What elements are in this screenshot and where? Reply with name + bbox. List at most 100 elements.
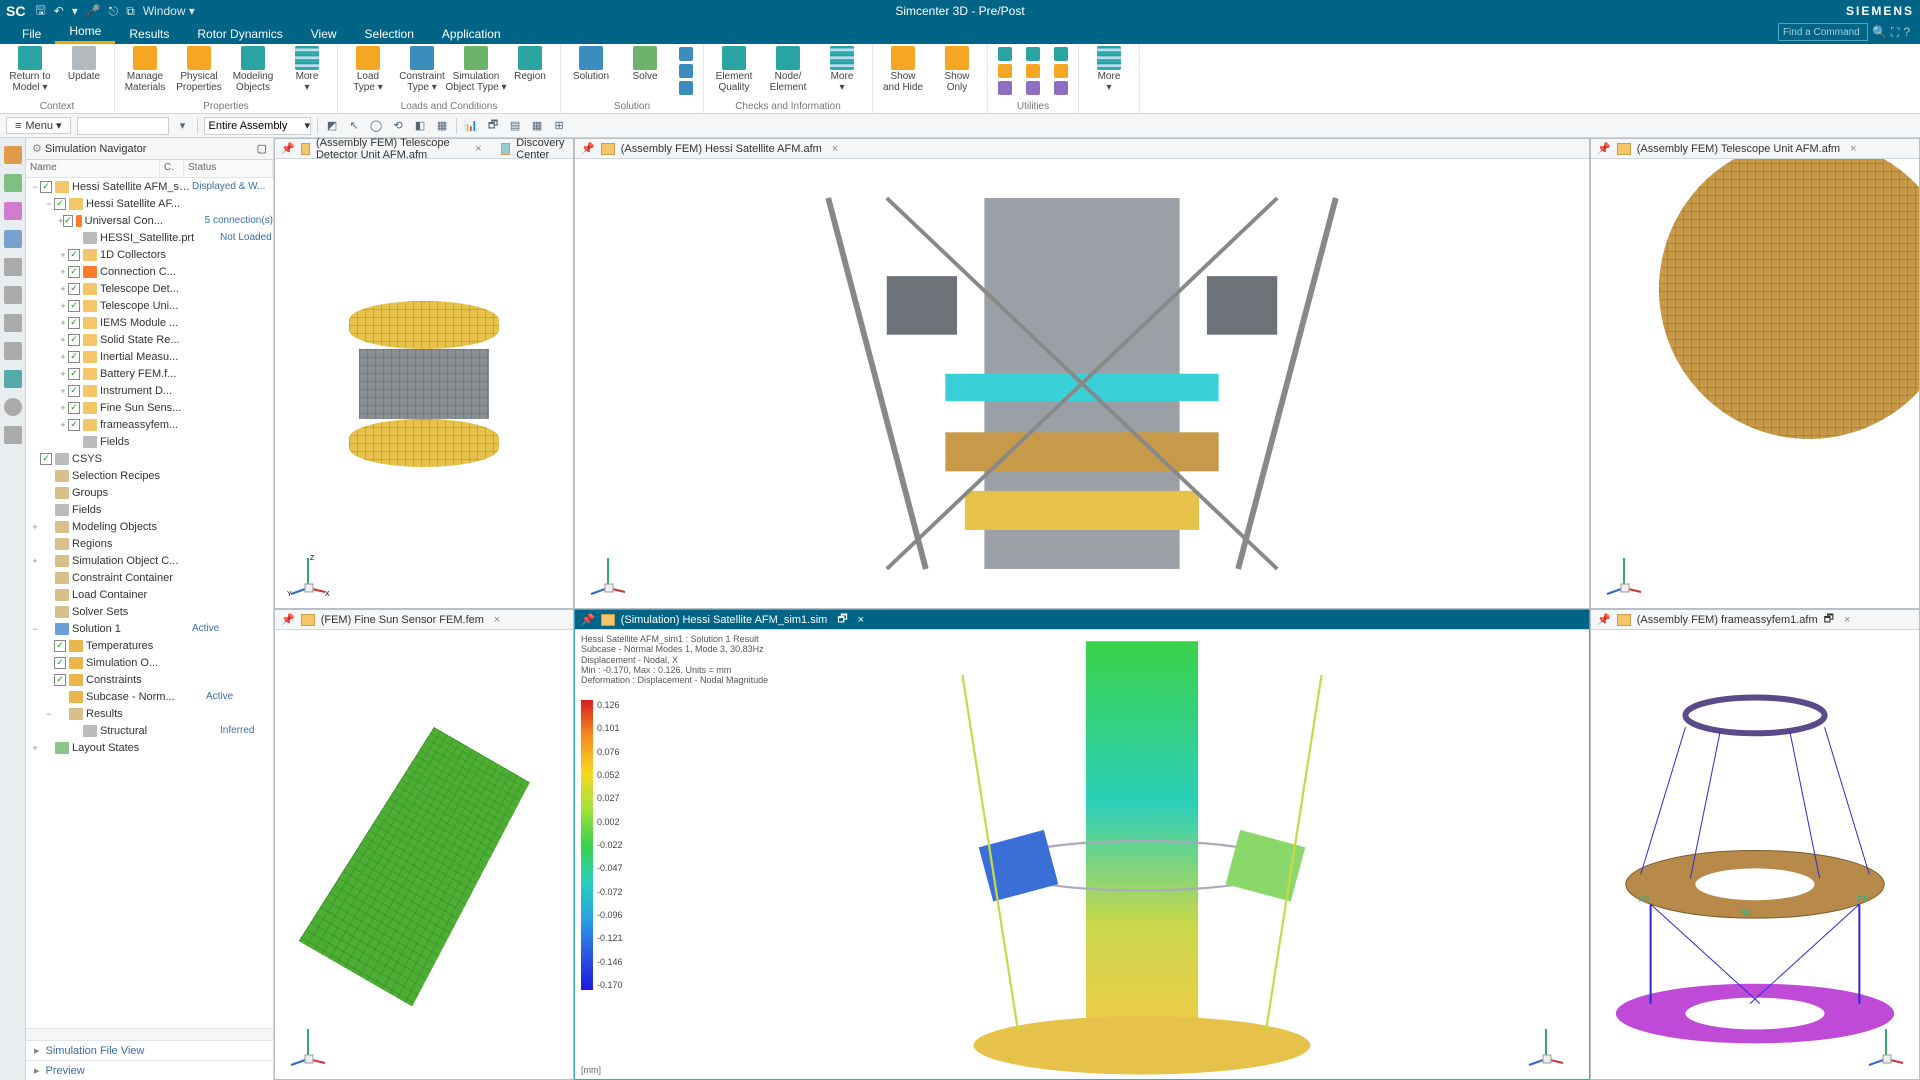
sel-icon-3[interactable]: ◯ [368,118,384,134]
viewport-bot-left[interactable]: 📌 (FEM) Fine Sun Sensor FEM.fem × [274,609,574,1080]
ribbon-small-button[interactable] [675,46,697,62]
solve-button[interactable]: Solve [621,46,669,83]
show-only-button[interactable]: Show Only [933,46,981,93]
gutter-icon[interactable] [4,342,22,360]
filter-icon[interactable]: ▾ [175,118,191,134]
return-to-model-button[interactable]: Return to Model ▾ [6,46,54,93]
tree-expander-icon[interactable]: + [30,743,40,753]
utility-icon[interactable] [994,63,1016,79]
pin-icon[interactable]: 📌 [581,613,595,626]
axis-triad[interactable] [285,1023,331,1069]
tree-checkbox[interactable]: ✓ [40,453,52,465]
tree-checkbox[interactable]: ✓ [54,198,66,210]
nav-tree-item[interactable]: ✓Simulation O... [26,654,273,671]
tree-expander-icon[interactable]: + [58,267,68,277]
gutter-icon[interactable] [4,398,22,416]
tree-expander-icon[interactable]: + [58,369,68,379]
tree-checkbox[interactable]: ✓ [68,266,80,278]
restore-icon[interactable]: 🗗 [837,610,847,629]
gutter-icon[interactable] [4,174,22,192]
tree-checkbox[interactable]: ✓ [54,657,66,669]
filter-combo[interactable] [77,117,169,135]
nav-tree-item[interactable]: +✓1D Collectors [26,246,273,263]
pin-icon[interactable]: 📌 [281,142,295,155]
nav-tree-item[interactable]: +✓Fine Sun Sens... [26,399,273,416]
undo-icon[interactable]: ↶ [54,4,64,18]
tree-expander-icon[interactable]: − [30,624,40,634]
tree-expander-icon[interactable]: + [30,522,40,532]
update-button[interactable]: Update [60,46,108,83]
tree-expander-icon[interactable]: − [30,182,40,192]
nav-tree-item[interactable]: +✓Battery FEM.f... [26,365,273,382]
nav-tree-item[interactable]: Subcase - Norm...Active [26,688,273,705]
nav-tree-item[interactable]: +✓frameassyfem... [26,416,273,433]
tree-checkbox[interactable]: ✓ [68,317,80,329]
tab-results[interactable]: Results [115,24,183,44]
view-icon-3[interactable]: ▤ [507,118,523,134]
col-name[interactable]: Name [26,160,160,177]
window-dropdown[interactable]: Window ▾ [143,4,195,18]
tab-rotor-dynamics[interactable]: Rotor Dynamics [183,24,296,44]
ribbon-small-button[interactable] [675,63,697,79]
gutter-icon[interactable] [4,146,22,164]
tab-selection[interactable]: Selection [351,24,428,44]
tree-checkbox[interactable]: ✓ [68,334,80,346]
nav-tree-item[interactable]: HESSI_Satellite.prtNot Loaded [26,229,273,246]
tree-expander-icon[interactable]: + [30,556,40,566]
close-icon[interactable]: × [858,614,864,626]
ribbon-small-button[interactable] [675,80,697,96]
gutter-icon[interactable] [4,426,22,444]
tab-file[interactable]: File [8,24,55,44]
sel-icon-4[interactable]: ⟲ [390,118,406,134]
nav-tree-item[interactable]: ✓Temperatures [26,637,273,654]
save-icon[interactable]: 🖫 [35,1,45,22]
nav-tree-item[interactable]: ✓CSYS [26,450,273,467]
nav-tree-item[interactable]: −Solution 1Active [26,620,273,637]
utility-icon[interactable] [1050,63,1072,79]
solution-button[interactable]: Solution [567,46,615,83]
gear-icon[interactable]: ⚙ [32,143,45,155]
tree-expander-icon[interactable]: − [44,709,54,719]
tree-checkbox[interactable]: ✓ [68,351,80,363]
gutter-icon[interactable] [4,370,22,388]
axis-triad[interactable] [1523,1023,1569,1069]
view-icon-4[interactable]: ▦ [529,118,545,134]
nav-tree-item[interactable]: StructuralInferred [26,722,273,739]
pin-icon[interactable]: 📌 [581,142,595,155]
tree-expander-icon[interactable]: + [58,386,68,396]
mic-icon[interactable]: 🎤 [86,4,101,18]
utility-icon[interactable] [1022,63,1044,79]
sel-icon-6[interactable]: ▦ [434,118,450,134]
nav-tree-item[interactable]: +✓Connection C... [26,263,273,280]
redo-icon[interactable]: ▾ [72,4,78,18]
utility-icon[interactable] [1050,80,1072,96]
tab-home[interactable]: Home [55,21,115,44]
view-icon-2[interactable]: 🗗 [485,118,501,134]
axis-triad[interactable]: ZYX [285,552,331,598]
tree-checkbox[interactable]: ✓ [54,640,66,652]
sel-icon-2[interactable]: ↖ [346,118,362,134]
viewport-top-left[interactable]: 📌 (Assembly FEM) Telescope Detector Unit… [274,138,574,609]
col-status[interactable]: Status [184,160,273,177]
nav-tree-item[interactable]: −✓Hessi Satellite AFM_sim...Displayed & … [26,178,273,195]
nav-tree-item[interactable]: +✓Instrument D... [26,382,273,399]
utility-icon[interactable] [1050,46,1072,62]
tab-application[interactable]: Application [428,24,515,44]
viewport-top-mid[interactable]: 📌 (Assembly FEM) Hessi Satellite AFM.afm… [574,138,1590,609]
nav-tree-item[interactable]: Constraint Container [26,569,273,586]
nav-tree-item[interactable]: Load Container [26,586,273,603]
tree-expander-icon[interactable]: + [58,250,68,260]
utility-icon[interactable] [1022,80,1044,96]
nav-tree-item[interactable]: +✓Telescope Det... [26,280,273,297]
pin-icon[interactable]: 📌 [281,613,295,626]
col-c[interactable]: C. [160,160,184,177]
pane-pin-icon[interactable]: ▢ [257,142,267,155]
nav-footer-simfile[interactable]: ▸Simulation File View [26,1040,273,1060]
gutter-icon[interactable] [4,314,22,332]
view-tab-label-extra[interactable]: Discovery Center [516,137,567,161]
pin-icon[interactable]: 📌 [1597,613,1611,626]
tree-expander-icon[interactable]: + [58,284,68,294]
nav-tree-item[interactable]: Fields [26,433,273,450]
menu-button[interactable]: ≡ Menu ▾ [6,117,71,134]
tree-checkbox[interactable]: ✓ [68,249,80,261]
